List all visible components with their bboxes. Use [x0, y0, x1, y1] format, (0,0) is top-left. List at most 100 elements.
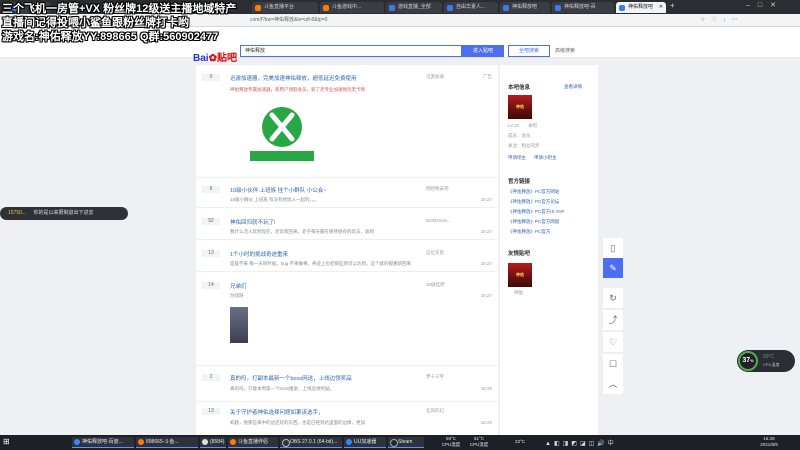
forum-level-text: 本吧 [528, 123, 537, 128]
reply-count: 13 [202, 250, 220, 257]
toolbar-icons[interactable]: ☆♡↓⋯ [700, 16, 744, 23]
app-icon [138, 439, 144, 445]
thread-author[interactable]: 吧吧晚安吧 [426, 186, 449, 192]
apply-sub-admin-link[interactable]: 申请小吧主 [534, 155, 557, 161]
thread-title[interactable]: 迅游加速器，完美加速神佑释放，超低延迟免费使用 [230, 74, 357, 82]
taskbar-clock[interactable]: 16:28 2021/8/9 [752, 436, 786, 448]
xunyou-logo-image[interactable] [230, 99, 334, 169]
thread-author[interactable]: 10级挂吧 [426, 282, 445, 288]
official-link[interactable]: 《神佑释放》PC官方网盘 [508, 219, 559, 225]
thread-item[interactable]: 92 神佑回归就不玩了! 我什么活人玩到现在，老玩家回来，老子每天都在保持原有的… [196, 213, 498, 240]
paw-icon: ✿ [208, 53, 217, 64]
browser-tab[interactable]: 斗鱼直播平台 [252, 2, 318, 13]
enter-forum-button[interactable]: 进入贴吧 [462, 45, 504, 57]
thread-date: 16:27 [480, 261, 492, 266]
thread-date: 广告 [483, 74, 492, 79]
forum-level: LV.10 [508, 123, 520, 128]
tray-icons[interactable]: ▲◧◨◩◪◫🔊中 [545, 438, 617, 447]
new-tab-icon[interactable]: + [670, 1, 675, 10]
logo-text: Bai [193, 53, 209, 64]
search-input[interactable]: 神佑释放 [240, 45, 462, 57]
thread-author[interactable]: NOMOnen... [426, 218, 451, 223]
logo-text-tieba: 贴吧 [216, 53, 237, 64]
close-icon[interactable]: ✕ [659, 2, 663, 13]
refresh-icon[interactable]: ↻ [603, 288, 623, 309]
thread-author[interactable]: 北风的幻 [426, 408, 444, 414]
thread-title[interactable]: 神佑回归就不玩了! [230, 218, 276, 226]
thread-item-ad[interactable]: 0 迅游加速器，完美加速神佑释放，超低延迟免费使用 神佑释放专属加速器，新用户领… [196, 65, 498, 178]
app-icon [390, 439, 398, 447]
global-search-button[interactable]: 全吧搜索 [508, 45, 550, 57]
reply-count: 92 [202, 218, 220, 225]
browser-tab[interactable]: 神佑释放吧-百 [552, 2, 614, 13]
like-icon[interactable]: ♡ [603, 332, 623, 353]
taskbar-app[interactable]: 斗鱼直播伴侣 [228, 437, 278, 448]
thread-title[interactable]: 10级小伙伴 上班族 挂个小群队 小公会~ [230, 186, 326, 194]
share-icon[interactable]: ⤴ [603, 310, 623, 331]
official-link[interactable]: 《神佑释放》PC官方论坛 [508, 199, 559, 205]
cpu-temp: 59°C [763, 354, 775, 360]
browser-tab[interactable]: 斗鱼游戏中... [320, 2, 384, 13]
back-to-top-icon[interactable]: ︿ [603, 374, 623, 395]
thread-author[interactable]: 梦十三宇 [426, 374, 444, 380]
browser-tab[interactable]: 神佑释放吧 [500, 2, 550, 13]
friend-forum-name[interactable]: 神佑 [514, 290, 523, 296]
tab-favicon-icon [619, 5, 625, 11]
baidu-tieba-logo[interactable]: Bai✿贴吧 [193, 49, 237, 64]
apply-admin-link[interactable]: 申请吧主 [508, 155, 526, 161]
thread-excerpt: 真的吗，只能本周第一个boss推进，上线边领奖励。 [230, 386, 335, 391]
advanced-search-link[interactable]: 高级搜索 [555, 47, 575, 54]
window-controls[interactable]: –□✕ [746, 1, 784, 9]
official-link[interactable]: 《神佑释放》PC官方IS.YAP [508, 209, 564, 215]
taskbar-label: 神佑释放吧-百度... [82, 439, 123, 445]
taskbar-app[interactable]: Steam [388, 437, 424, 448]
document-icon[interactable]: ▯ [603, 238, 623, 259]
app-icon [282, 439, 290, 447]
thread-title[interactable]: 1个小时的挑战奇迹重来 [230, 250, 288, 258]
forum-focus: 关注：粉丝同步 [508, 143, 540, 148]
thread-date: 16:26 [480, 420, 492, 425]
forum-cover-image[interactable]: 神佑 [508, 95, 532, 119]
taskbar-app[interactable]: (8584) [200, 437, 226, 448]
thread-item[interactable]: 13 1个小时的挑战奇迹重来 是能不来 每一天的时候，bug 不来做事，奇迹上也… [196, 245, 498, 272]
thread-title[interactable]: 真的吗，打副本最新一个boss网送，上线边领奖品 [230, 374, 352, 382]
tray-cpu-temp: 51°C CPU温度 [466, 436, 492, 448]
taskbar-app[interactable]: OBS 27.0.1 (64-bit)... [280, 437, 342, 448]
thread-date: 16:27 [480, 197, 492, 202]
reply-count: 6 [202, 186, 220, 193]
cpu-temp-label: CPU温度 [763, 362, 780, 367]
browser-tab[interactable]: 游戏直播_全部 [386, 2, 442, 13]
thread-title[interactable]: 关于守护者神佑选择问题如果该选手， [230, 408, 324, 416]
cpu-usage-value: 37 [742, 357, 751, 364]
browser-tab-active[interactable]: 神佑释放吧 ✕ [616, 2, 666, 13]
cpu-monitor-widget[interactable]: 37% 59°C CPU温度 [737, 350, 795, 372]
thread-excerpt: 15级小群伙 上班族 有没有想加入一起的。。。 [230, 197, 319, 202]
taskbar-app[interactable]: 898665-斗鱼... [136, 437, 198, 448]
thread-date: 16:27 [480, 229, 492, 234]
tab-favicon-icon [323, 5, 329, 11]
browser-tab[interactable]: 自由华夏人... [444, 2, 498, 13]
thread-title[interactable]: 兄弟们 [230, 282, 247, 290]
taskbar-label: UU加速器 [354, 439, 377, 445]
reply-count: 2 [202, 374, 220, 381]
taskbar-app[interactable]: UU加速器 [344, 437, 386, 448]
weather-widget[interactable]: 23°C [508, 439, 532, 445]
tab-favicon-icon [389, 5, 395, 11]
friend-forum-cover[interactable]: 神佑 [508, 263, 532, 287]
thread-item[interactable]: 6 10级小伙伴 上班族 挂个小群队 小公会~ 15级小群伙 上班族 有没有想加… [196, 181, 498, 208]
start-icon[interactable]: ⊞ [3, 437, 10, 446]
tab-label: 游戏直播_全部 [398, 4, 431, 10]
url-field[interactable]: com/f?kw=神佑释放&ie=utf-8&tp=0 [250, 16, 550, 24]
thread-author[interactable]: 这位兄弟 [426, 250, 444, 256]
thread-author[interactable]: 迅游加速 [426, 74, 444, 80]
thread-list: 0 迅游加速器，完美加速神佑释放，超低延迟免费使用 神佑释放专属加速器，新用户领… [196, 65, 498, 435]
taskbar-app[interactable]: 神佑释放吧-百度... [72, 437, 134, 448]
thread-item[interactable]: 2 真的吗，打副本最新一个boss网送，上线边领奖品 真的吗，只能本周第一个bo… [196, 369, 498, 402]
forum-info-link[interactable]: 查看详情 [564, 84, 582, 90]
edit-post-icon[interactable]: ✎ [603, 258, 623, 279]
thread-thumbnail-image[interactable] [230, 307, 248, 343]
official-link[interactable]: 《神佑释放》PC官方 [508, 229, 550, 235]
official-link[interactable]: 《神佑释放》PC官方网站 [508, 189, 559, 195]
feedback-icon[interactable]: ☐ [603, 354, 623, 375]
thread-item[interactable]: 13 关于守护者神佑选择问题如果该选手， 如题，他那些来中的边还玩的东西，也是已… [196, 403, 498, 435]
